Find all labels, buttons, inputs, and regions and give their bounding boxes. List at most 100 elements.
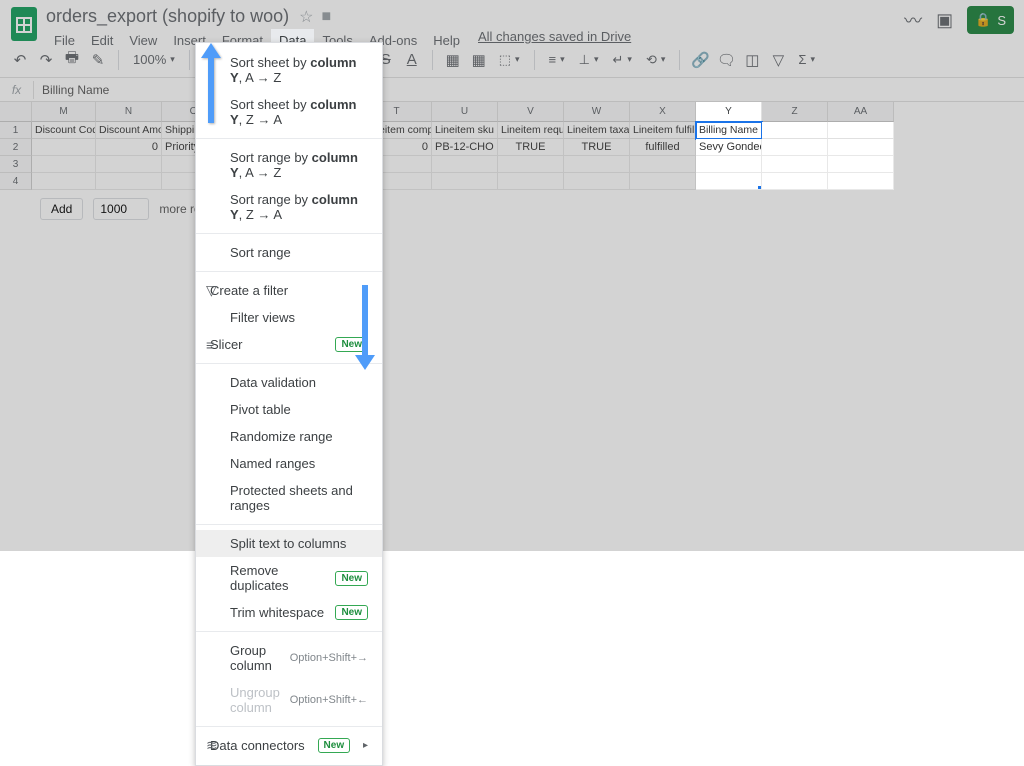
zoom-select[interactable]: 100%▾ bbox=[129, 52, 179, 67]
doc-title[interactable]: orders_export (shopify to woo) bbox=[46, 6, 289, 27]
filter-icon[interactable]: ▽ bbox=[768, 50, 788, 70]
sheets-logo[interactable] bbox=[10, 6, 38, 42]
row-header[interactable]: 2 bbox=[0, 139, 32, 156]
cell-Z[interactable] bbox=[762, 156, 828, 173]
cell-U[interactable] bbox=[432, 156, 498, 173]
cell-N[interactable] bbox=[96, 173, 162, 190]
header-cell-U[interactable]: Lineitem sku bbox=[432, 122, 498, 139]
sheet-grid[interactable]: MNORSTUVWXYZAA1Discount CodeDiscount Amo… bbox=[0, 102, 1024, 228]
share-button[interactable]: 🔒S bbox=[967, 6, 1014, 34]
cell-M[interactable] bbox=[32, 173, 96, 190]
comment-icon[interactable]: ▣ bbox=[936, 10, 953, 31]
header-cell-V[interactable]: Lineitem requires bbox=[498, 122, 564, 139]
header-cell-W[interactable]: Lineitem taxable bbox=[564, 122, 630, 139]
row-header[interactable]: 3 bbox=[0, 156, 32, 173]
cell-AA[interactable] bbox=[828, 156, 894, 173]
cell-Z[interactable] bbox=[762, 173, 828, 190]
cell-W[interactable] bbox=[564, 173, 630, 190]
menu-item-sort-range-by-column-y-a-z[interactable]: Sort range by column Y, A → Z bbox=[196, 144, 382, 186]
borders-icon[interactable]: ▦ bbox=[469, 50, 489, 70]
cell-N[interactable] bbox=[96, 156, 162, 173]
cell-W[interactable]: TRUE bbox=[564, 139, 630, 156]
add-rows-count[interactable] bbox=[93, 198, 149, 220]
menu-item-filter-views[interactable]: Filter views▸ bbox=[196, 304, 382, 331]
undo-icon[interactable]: ↶ bbox=[10, 50, 30, 70]
col-header-M[interactable]: M bbox=[32, 102, 96, 122]
menu-item-named-ranges[interactable]: Named ranges bbox=[196, 450, 382, 477]
menu-item-split-text-to-columns[interactable]: Split text to columns bbox=[196, 530, 382, 557]
link-icon[interactable]: 🔗 bbox=[690, 50, 710, 70]
saved-status[interactable]: All changes saved in Drive bbox=[478, 29, 631, 52]
print-icon[interactable]: 🖶 bbox=[62, 50, 82, 70]
menu-item-label: Sort sheet by column Y, A → Z bbox=[230, 55, 368, 85]
col-header-Y[interactable]: Y bbox=[696, 102, 762, 122]
cell-U[interactable] bbox=[432, 173, 498, 190]
cell-AA[interactable] bbox=[828, 173, 894, 190]
paint-format-icon[interactable]: ✎ bbox=[88, 50, 108, 70]
activity-icon[interactable]: 〰 bbox=[904, 7, 922, 33]
cell-X[interactable] bbox=[630, 173, 696, 190]
folder-icon[interactable]: ■ bbox=[321, 8, 331, 26]
cell-Z[interactable] bbox=[762, 139, 828, 156]
menu-item-pivot-table[interactable]: Pivot table bbox=[196, 396, 382, 423]
cell-Y[interactable] bbox=[696, 156, 762, 173]
menu-item-protected-sheets-and-ranges[interactable]: Protected sheets and ranges bbox=[196, 477, 382, 519]
cell-X[interactable] bbox=[630, 156, 696, 173]
menu-item-remove-duplicates[interactable]: Remove duplicatesNew bbox=[196, 557, 382, 599]
cell-V[interactable]: TRUE bbox=[498, 139, 564, 156]
menu-item-trim-whitespace[interactable]: Trim whitespaceNew bbox=[196, 599, 382, 626]
redo-icon[interactable]: ↷ bbox=[36, 50, 56, 70]
cell-U[interactable]: PB-12-CHO bbox=[432, 139, 498, 156]
chart-icon[interactable]: ◫ bbox=[742, 50, 762, 70]
col-header-U[interactable]: U bbox=[432, 102, 498, 122]
cell-V[interactable] bbox=[498, 173, 564, 190]
col-header-X[interactable]: X bbox=[630, 102, 696, 122]
col-header-AA[interactable]: AA bbox=[828, 102, 894, 122]
menu-item-data-validation[interactable]: Data validation bbox=[196, 369, 382, 396]
select-all-corner[interactable] bbox=[0, 102, 32, 122]
col-header-W[interactable]: W bbox=[564, 102, 630, 122]
menu-item-randomize-range[interactable]: Randomize range bbox=[196, 423, 382, 450]
fill-color-icon[interactable]: ▦ bbox=[443, 50, 463, 70]
header-cell-Z[interactable] bbox=[762, 122, 828, 139]
menu-view[interactable]: View bbox=[121, 29, 165, 52]
menu-item-sort-sheet-by-column-y-a-z[interactable]: Sort sheet by column Y, A → Z bbox=[196, 49, 382, 91]
cell-V[interactable] bbox=[498, 156, 564, 173]
valign-icon[interactable]: ⊥▾ bbox=[575, 52, 603, 68]
wrap-icon[interactable]: ↵▾ bbox=[609, 52, 636, 68]
merge-icon[interactable]: ⬚▾ bbox=[495, 52, 524, 68]
row-header[interactable]: 4 bbox=[0, 173, 32, 190]
menu-item-data-connectors[interactable]: ≋Data connectorsNew▸ bbox=[196, 732, 382, 759]
row-header[interactable]: 1 bbox=[0, 122, 32, 139]
star-icon[interactable]: ☆ bbox=[299, 7, 313, 27]
comment-add-icon[interactable]: 🗨 bbox=[716, 50, 736, 70]
cell-W[interactable] bbox=[564, 156, 630, 173]
menu-item-create-a-filter[interactable]: ▽Create a filter bbox=[196, 277, 382, 304]
header-cell-AA[interactable] bbox=[828, 122, 894, 139]
cell-N[interactable]: 0 bbox=[96, 139, 162, 156]
menu-item-group-column[interactable]: Group columnOption+Shift+→ bbox=[196, 637, 382, 679]
col-header-V[interactable]: V bbox=[498, 102, 564, 122]
cell-Y[interactable] bbox=[696, 173, 762, 190]
add-rows-button[interactable]: Add bbox=[40, 198, 83, 220]
cell-M[interactable] bbox=[32, 156, 96, 173]
formula-value[interactable]: Billing Name bbox=[34, 83, 109, 97]
rotate-icon[interactable]: ⟲▾ bbox=[642, 52, 669, 68]
cell-Y[interactable]: Sevy Gondeck bbox=[696, 139, 762, 156]
menu-item-sort-range-by-column-y-z-a[interactable]: Sort range by column Y, Z → A bbox=[196, 186, 382, 228]
header-cell-M[interactable]: Discount Code bbox=[32, 122, 96, 139]
text-color-icon[interactable]: A bbox=[402, 50, 422, 70]
col-header-N[interactable]: N bbox=[96, 102, 162, 122]
menu-item-slicer[interactable]: ≡SlicerNew bbox=[196, 331, 382, 358]
functions-icon[interactable]: Σ▾ bbox=[794, 52, 819, 67]
cell-X[interactable]: fulfilled bbox=[630, 139, 696, 156]
col-header-Z[interactable]: Z bbox=[762, 102, 828, 122]
header-cell-N[interactable]: Discount Amount bbox=[96, 122, 162, 139]
cell-AA[interactable] bbox=[828, 139, 894, 156]
cell-M[interactable] bbox=[32, 139, 96, 156]
header-cell-Y[interactable]: Billing Name bbox=[696, 122, 762, 139]
menu-item-sort-sheet-by-column-y-z-a[interactable]: Sort sheet by column Y, Z → A bbox=[196, 91, 382, 133]
menu-item-sort-range[interactable]: Sort range bbox=[196, 239, 382, 266]
header-cell-X[interactable]: Lineitem fulfillme bbox=[630, 122, 696, 139]
halign-icon[interactable]: ≡▾ bbox=[545, 52, 569, 67]
